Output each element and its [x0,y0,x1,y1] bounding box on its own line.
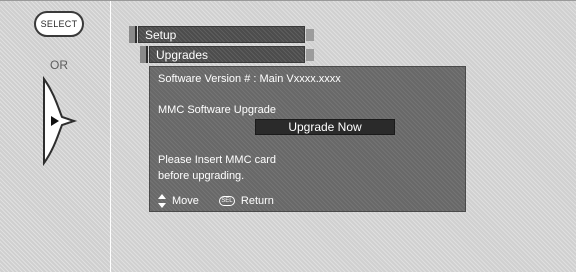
upgrades-menu-title: Upgrades [156,48,209,62]
setup-bar-scroll-icon [306,29,314,41]
help-footer: Move SEL Return [158,194,274,208]
or-label: OR [50,58,68,72]
insert-mmc-message: Please Insert MMC card [158,154,276,166]
upgrades-bar-scroll-icon [306,49,314,61]
upgrades-bar-tab [140,46,148,63]
mmc-upgrade-heading: MMC Software Upgrade [158,104,276,116]
select-key-label: SELECT [40,19,78,29]
dpad-right-icon[interactable] [40,71,80,171]
sel-key-icon: SEL [218,196,235,206]
software-version-text: Software Version # : Main Vxxxx.xxxx [158,73,341,85]
upgrades-menu-bar[interactable]: Upgrades [149,46,314,63]
up-down-arrows-icon [158,194,166,208]
setup-bar-tab [129,26,137,43]
setup-menu-title: Setup [145,28,177,42]
move-hint-label: Move [172,195,199,207]
setup-menu-bar[interactable]: Setup [138,26,314,43]
before-upgrading-message: before upgrading. [158,170,245,182]
return-hint-label: Return [240,195,274,207]
remote-legend: SELECT OR [0,1,110,272]
select-key-button[interactable]: SELECT [34,11,84,37]
upgrade-now-button[interactable]: Upgrade Now [255,119,395,135]
upgrade-panel: Software Version # : Main Vxxxx.xxxx MMC… [149,66,466,212]
